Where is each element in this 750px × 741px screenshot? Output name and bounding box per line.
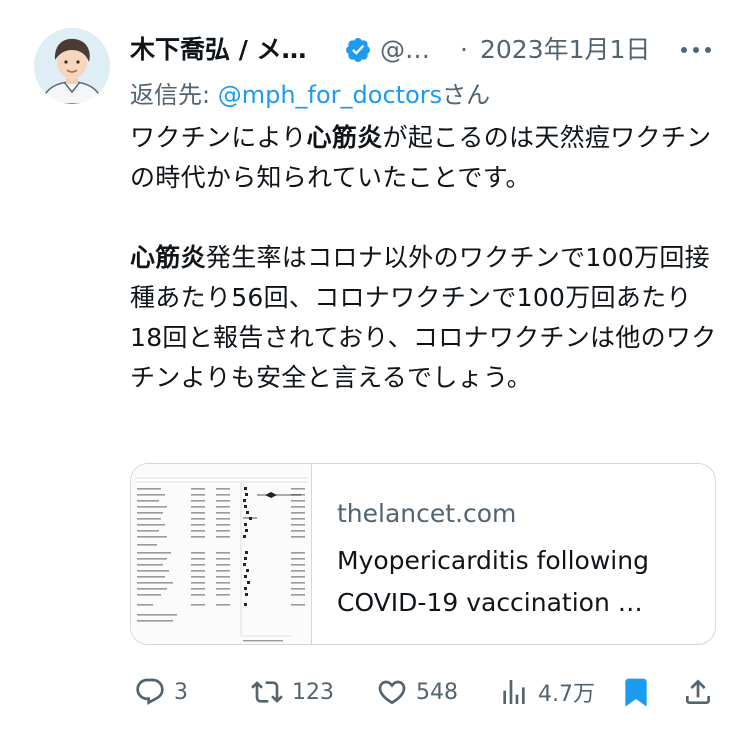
heart-icon: [378, 680, 406, 705]
card-thumbnail: [131, 464, 312, 644]
tweet-text: ワクチンにより心筋炎が起こるのは天然痘ワクチンの時代から知られていたことです。 …: [130, 118, 720, 398]
tweet-header: 木下喬弘 / メ… @… · 2023年1月1日: [130, 30, 730, 70]
retweet-button[interactable]: 123: [250, 670, 334, 714]
like-count: 548: [416, 679, 458, 705]
bold-keyword: 心筋炎: [306, 123, 383, 152]
reply-count: 3: [174, 679, 188, 705]
bold-keyword: 心筋炎: [130, 243, 206, 272]
author-avatar[interactable]: [34, 28, 110, 104]
reply-button[interactable]: 3: [134, 670, 188, 714]
like-button[interactable]: 548: [376, 670, 458, 714]
share-button[interactable]: [682, 670, 714, 714]
text-segment: ワクチンにより: [130, 123, 307, 152]
view-count: 4.7万: [538, 682, 595, 707]
views-chart-icon: [503, 680, 525, 704]
tweet-actions-bar: 3 123 548 4.7万: [130, 670, 720, 714]
reply-icon: [136, 678, 164, 705]
more-options-icon[interactable]: [678, 40, 714, 60]
text-segment: 発生率はコロナ以外のワクチンで100万回接種あたり56回、コロナワクチンで100…: [130, 243, 717, 392]
reply-to-suffix: さん: [442, 81, 491, 109]
retweet-icon: [251, 681, 283, 703]
bookmark-button[interactable]: [620, 670, 652, 714]
reply-to-line: 返信先: @mph_for_doctorsさん: [130, 78, 490, 112]
verified-badge-icon: [346, 38, 370, 62]
card-title: Myopericarditis following COVID-19 vacci…: [337, 546, 649, 617]
dot-separator: ·: [460, 35, 468, 64]
reply-to-label: 返信先:: [130, 81, 218, 109]
reply-to-handle-link[interactable]: @mph_for_doctors: [218, 81, 442, 109]
views-button[interactable]: 4.7万: [498, 670, 595, 714]
link-preview-card[interactable]: thelancet.com Myopericarditis following …: [130, 463, 716, 645]
retweet-count: 123: [292, 679, 334, 705]
tweet-paragraph-1: ワクチンにより心筋炎が起こるのは天然痘ワクチンの時代から知られていたことです。: [130, 118, 720, 198]
share-icon: [686, 679, 710, 704]
author-handle[interactable]: @…: [380, 30, 430, 70]
tweet-date[interactable]: 2023年1月1日: [480, 30, 650, 70]
author-name[interactable]: 木下喬弘 / メ…: [130, 30, 307, 70]
bookmark-icon: [625, 678, 647, 707]
card-domain: thelancet.com: [337, 499, 517, 528]
tweet-paragraph-2: 心筋炎発生率はコロナ以外のワクチンで100万回接種あたり56回、コロナワクチンで…: [130, 238, 720, 398]
